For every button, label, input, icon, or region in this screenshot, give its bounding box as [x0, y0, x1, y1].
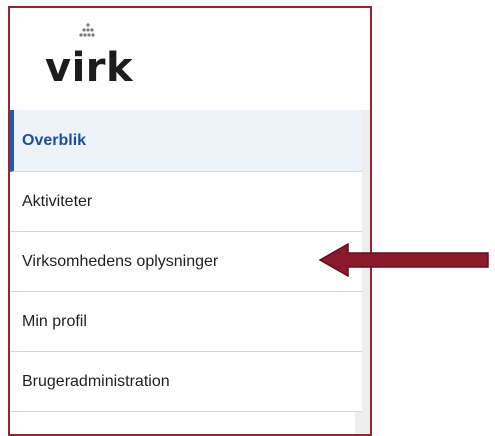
sidebar-item-virksomhedens-oplysninger[interactable]: Virksomhedens oplysninger: [10, 232, 362, 292]
sidebar-item-min-profil[interactable]: Min profil: [10, 292, 362, 352]
sidebar-item-brugeradministration[interactable]: Brugeradministration: [10, 352, 362, 412]
sidebar-item-label: Virksomhedens oplysninger: [22, 252, 219, 270]
sidebar-item-overblik[interactable]: Overblik: [10, 110, 362, 172]
sidebar-item-label: Min profil: [22, 312, 87, 330]
logo-area: virk: [10, 8, 370, 110]
sidebar-item-aktiviteter[interactable]: Aktiviteter: [10, 172, 362, 232]
sidebar-panel: virk Overblik Aktiviteter Virksomhedens …: [8, 6, 372, 436]
virk-logo-dots-icon: [79, 23, 95, 37]
sidebar-nav: Overblik Aktiviteter Virksomhedens oplys…: [10, 110, 362, 412]
logo-text[interactable]: virk: [45, 48, 133, 88]
sidebar-item-label: Aktiviteter: [22, 192, 93, 210]
sidebar-item-label: Overblik: [22, 131, 87, 149]
arrow-left-icon: [318, 242, 489, 278]
sidebar-item-label: Brugeradministration: [22, 372, 170, 390]
